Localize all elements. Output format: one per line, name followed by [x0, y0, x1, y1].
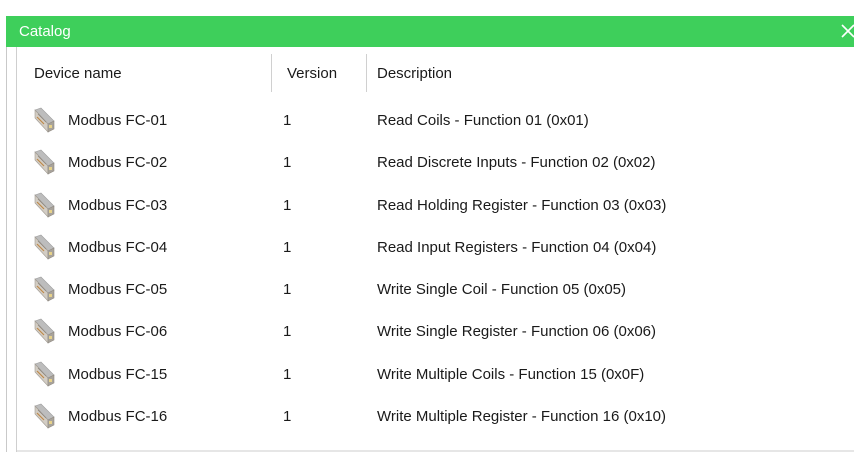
description-cell: Read Coils - Function 01 (0x01) [377, 112, 589, 129]
column-divider[interactable] [366, 54, 367, 92]
table-row[interactable]: Modbus FC-16 1 Write Multiple Register - F… [17, 395, 854, 437]
device-module-icon [31, 192, 58, 218]
description-cell: Write Multiple Register - Function 16 (0… [377, 408, 666, 426]
table-row[interactable]: Modbus FC-04 1 Read Input Registers - Func… [17, 226, 854, 268]
device-name-cell: Modbus FC-02 [68, 154, 168, 172]
table-row[interactable]: Modbus FC-03 1 Read Holding Register - Fun… [17, 184, 854, 226]
device-module-icon [31, 107, 58, 133]
device-module-icon [31, 149, 58, 176]
device-name-cell: Modbus FC-15 [68, 365, 168, 383]
description-cell: Write Single Register - Function 06 (0x0… [377, 323, 657, 341]
table-row[interactable]: Modbus FC-05 1 Write Single Coil - Functio… [17, 268, 854, 310]
description-cell: Read Input Registers - Function 04 (0x04… [377, 238, 657, 256]
column-divider[interactable] [271, 54, 272, 92]
version-cell: 1 [283, 238, 292, 256]
device-module-icon [31, 361, 58, 387]
device-name-cell: Modbus FC-03 [68, 196, 168, 214]
catalog-title-bar: Catalog [6, 16, 854, 47]
version-cell: 1 [283, 196, 292, 214]
device-name-cell: Modbus FC-01 [68, 112, 168, 129]
table-row[interactable]: Modbus FC-02 1 Read Discrete Inputs - Func… [17, 141, 854, 183]
table-body: Modbus FC-01 1 Read Coils - Function 01 (0… [17, 99, 854, 437]
device-name-cell: Modbus FC-16 [68, 408, 168, 426]
device-module-icon [31, 318, 58, 345]
device-module-icon [31, 276, 58, 302]
panel-title: Catalog [19, 23, 71, 40]
table-header: Device name Version Description [17, 47, 854, 99]
column-header-version[interactable]: Version [287, 47, 337, 99]
version-cell: 1 [283, 281, 292, 299]
table-row[interactable]: Modbus FC-06 1 Write Single Register - Fun… [17, 310, 854, 352]
version-cell: 1 [283, 112, 292, 129]
device-name-cell: Modbus FC-05 [68, 281, 168, 299]
panel-left-border [6, 47, 7, 452]
device-name-cell: Modbus FC-04 [68, 238, 168, 256]
description-cell: Read Holding Register - Function 03 (0x0… [377, 196, 667, 214]
version-cell: 1 [283, 408, 292, 426]
catalog-panel: Catalog Device name Version Description … [0, 0, 854, 452]
table-row[interactable]: Modbus FC-01 1 Read Coils - Function 01 (0… [17, 99, 854, 141]
device-catalog-grid: Device name Version Description Modbus F… [17, 47, 854, 452]
version-cell: 1 [283, 154, 292, 172]
version-cell: 1 [283, 365, 292, 383]
description-cell: Write Single Coil - Function 05 (0x05) [377, 281, 626, 299]
device-module-icon [31, 234, 58, 260]
version-cell: 1 [283, 323, 292, 341]
device-module-icon [31, 403, 58, 429]
column-header-description[interactable]: Description [377, 47, 452, 99]
close-icon[interactable] [838, 20, 854, 42]
description-cell: Write Multiple Coils - Function 15 (0x0F… [377, 365, 645, 383]
table-row[interactable]: Modbus FC-15 1 Write Multiple Coils - Func… [17, 353, 854, 395]
device-name-cell: Modbus FC-06 [68, 323, 168, 341]
description-cell: Read Discrete Inputs - Function 02 (0x02… [377, 154, 656, 172]
column-header-device-name[interactable]: Device name [34, 47, 122, 99]
